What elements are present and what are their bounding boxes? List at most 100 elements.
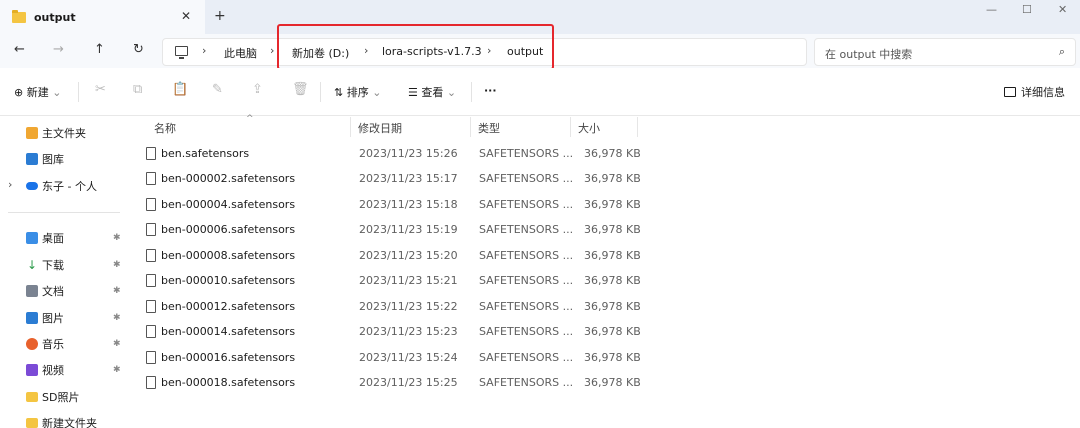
- column-divider[interactable]: [350, 117, 351, 137]
- pin-icon[interactable]: ✱: [113, 365, 121, 375]
- sidebar-item-documents[interactable]: 文档: [26, 281, 64, 301]
- delete-icon[interactable]: 🗑: [292, 82, 309, 97]
- search-icon[interactable]: ⌕: [1059, 45, 1065, 59]
- details-pane-icon: [1004, 87, 1016, 97]
- up-button[interactable]: ↑: [94, 42, 105, 57]
- sidebar-item-onedrive[interactable]: 东子 - 个人: [26, 176, 97, 196]
- view-label: 查看: [421, 86, 444, 99]
- file-row[interactable]: ben-000012.safetensors 2023/11/23 15:22 …: [128, 295, 648, 320]
- breadcrumb-this-pc[interactable]: 此电脑: [224, 45, 257, 61]
- file-type: SAFETENSORS ...: [479, 325, 574, 338]
- close-window-button[interactable]: ✕: [1058, 3, 1067, 16]
- column-header-name[interactable]: 名称: [154, 120, 176, 136]
- column-header-size[interactable]: 大小: [578, 120, 600, 136]
- sidebar-item-downloads[interactable]: ↓ 下载: [26, 255, 64, 275]
- column-divider[interactable]: [470, 117, 471, 137]
- chevron-right-icon[interactable]: ›: [202, 44, 206, 57]
- onedrive-icon: [26, 182, 38, 190]
- more-options-button[interactable]: ···: [484, 84, 497, 97]
- file-icon: [146, 325, 156, 338]
- file-size: 36,978 KB: [584, 351, 641, 364]
- file-row[interactable]: ben-000004.safetensors 2023/11/23 15:18 …: [128, 193, 648, 218]
- file-icon: [146, 223, 156, 236]
- file-row[interactable]: ben-000018.safetensors 2023/11/23 15:25 …: [128, 371, 648, 396]
- file-row[interactable]: ben-000002.safetensors 2023/11/23 15:17 …: [128, 167, 648, 192]
- file-name: ben-000016.safetensors: [161, 351, 296, 364]
- sidebar-item-videos[interactable]: 视频: [26, 360, 64, 380]
- sidebar-item-home[interactable]: 主文件夹: [26, 123, 86, 143]
- view-button[interactable]: ☰ 查看 ⌄: [408, 84, 456, 100]
- file-size: 36,978 KB: [584, 249, 641, 262]
- file-row[interactable]: ben.safetensors 2023/11/23 15:26 SAFETEN…: [128, 142, 648, 167]
- folder-icon: [12, 9, 26, 23]
- sidebar-divider: [8, 212, 120, 213]
- file-type: SAFETENSORS ...: [479, 351, 574, 364]
- refresh-button[interactable]: ↻: [133, 42, 144, 57]
- column-header-date[interactable]: 修改日期: [358, 120, 402, 136]
- file-name: ben-000008.safetensors: [161, 249, 296, 262]
- file-name: ben-000006.safetensors: [161, 223, 296, 236]
- sidebar-item-desktop[interactable]: 桌面: [26, 228, 64, 248]
- cut-icon[interactable]: ✂: [95, 82, 106, 97]
- minimize-button[interactable]: —: [986, 3, 997, 16]
- file-row[interactable]: ben-000016.safetensors 2023/11/23 15:24 …: [128, 346, 648, 371]
- pictures-icon: [26, 312, 38, 324]
- file-row[interactable]: ben-000006.safetensors 2023/11/23 15:19 …: [128, 218, 648, 243]
- sidebar-item-gallery[interactable]: 图库: [26, 149, 64, 169]
- sidebar-item-sd-photos[interactable]: SD照片: [26, 387, 79, 407]
- music-icon: [26, 338, 38, 350]
- share-icon[interactable]: ⇪: [252, 82, 263, 97]
- file-size: 36,978 KB: [584, 376, 641, 389]
- forward-button[interactable]: →: [53, 42, 64, 57]
- command-bar: ⊕ 新建 ⌄ ✂ ⧉ 📋 ✎ ⇪ 🗑 ⇅ 排序 ⌄ ☰ 查看 ⌄ ··· 详细信…: [0, 68, 1080, 116]
- folder-icon: [26, 418, 38, 428]
- toolbar-divider: [78, 82, 79, 102]
- tab-output[interactable]: output ✕: [0, 0, 205, 34]
- file-name: ben-000004.safetensors: [161, 198, 296, 211]
- expand-chevron-icon[interactable]: ›: [8, 178, 12, 191]
- file-date: 2023/11/23 15:22: [359, 300, 458, 313]
- new-button[interactable]: ⊕ 新建 ⌄: [14, 84, 61, 100]
- file-date: 2023/11/23 15:24: [359, 351, 458, 364]
- tab-close-icon[interactable]: ✕: [181, 9, 191, 23]
- sidebar-item-music[interactable]: 音乐: [26, 334, 64, 354]
- pin-icon[interactable]: ✱: [113, 233, 121, 243]
- file-date: 2023/11/23 15:21: [359, 274, 458, 287]
- file-size: 36,978 KB: [584, 198, 641, 211]
- pin-icon[interactable]: ✱: [113, 339, 121, 349]
- sidebar-item-label: 东子 - 个人: [42, 180, 97, 193]
- column-divider[interactable]: [570, 117, 571, 137]
- chevron-right-icon[interactable]: ›: [270, 44, 274, 57]
- file-type: SAFETENSORS ...: [479, 198, 574, 211]
- chevron-down-icon: ⌄: [372, 86, 382, 99]
- file-type: SAFETENSORS ...: [479, 300, 574, 313]
- tab-title: output: [34, 10, 76, 24]
- sidebar-item-label: 图库: [42, 153, 64, 166]
- file-row[interactable]: ben-000010.safetensors 2023/11/23 15:21 …: [128, 269, 648, 294]
- file-icon: [146, 351, 156, 364]
- file-row[interactable]: ben-000008.safetensors 2023/11/23 15:20 …: [128, 244, 648, 269]
- rename-icon[interactable]: ✎: [212, 82, 223, 97]
- back-button[interactable]: ←: [14, 42, 25, 57]
- sidebar-item-label: 音乐: [42, 338, 64, 351]
- paste-icon[interactable]: 📋: [172, 82, 188, 97]
- search-box[interactable]: 在 output 中搜索 ⌕: [814, 38, 1076, 66]
- column-divider[interactable]: [637, 117, 638, 137]
- gallery-icon: [26, 153, 38, 165]
- pin-icon[interactable]: ✱: [113, 286, 121, 296]
- maximize-button[interactable]: ☐: [1022, 3, 1032, 16]
- sort-button[interactable]: ⇅ 排序 ⌄: [334, 84, 381, 100]
- sidebar-item-label: 新建文件夹: [42, 417, 97, 428]
- sidebar-item-new-folder[interactable]: 新建文件夹: [26, 413, 97, 428]
- pin-icon[interactable]: ✱: [113, 313, 121, 323]
- file-row[interactable]: ben-000014.safetensors 2023/11/23 15:23 …: [128, 320, 648, 345]
- column-header-type[interactable]: 类型: [478, 120, 500, 136]
- sidebar-item-pictures[interactable]: 图片: [26, 308, 64, 328]
- details-label: 详细信息: [1021, 86, 1065, 99]
- details-pane-button[interactable]: 详细信息: [1004, 84, 1065, 100]
- file-date: 2023/11/23 15:20: [359, 249, 458, 262]
- new-tab-button[interactable]: +: [214, 8, 226, 24]
- pin-icon[interactable]: ✱: [113, 260, 121, 270]
- copy-icon[interactable]: ⧉: [133, 82, 142, 97]
- documents-icon: [26, 285, 38, 297]
